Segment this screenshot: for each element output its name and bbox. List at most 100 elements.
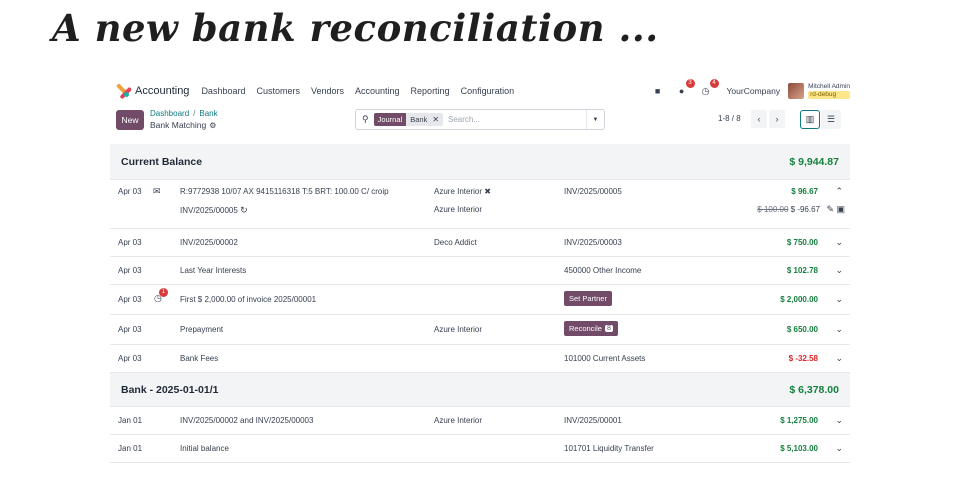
- row-partner: Deco Addict: [434, 238, 477, 247]
- matched-invoice: INV/2025/00005: [180, 206, 238, 215]
- row-amount: $ 750.00: [786, 238, 818, 247]
- group-title: Current Balance: [121, 155, 203, 168]
- menu-configuration[interactable]: Configuration: [461, 86, 515, 96]
- row-date: Apr 03: [118, 325, 142, 334]
- pager-next-button[interactable]: ›: [769, 110, 785, 128]
- pager-previous-button[interactable]: ‹: [751, 110, 767, 128]
- list-view-button[interactable]: ☰: [821, 110, 841, 129]
- debug-bug-icon[interactable]: ■: [651, 84, 665, 98]
- remove-partner-icon[interactable]: ✖: [484, 187, 491, 196]
- menu-customers[interactable]: Customers: [256, 86, 300, 96]
- menu-accounting[interactable]: Accounting: [355, 86, 400, 96]
- facet-journal-value: Bank ✕: [406, 113, 444, 126]
- row-date: Jan 01: [118, 416, 143, 425]
- menu-vendors[interactable]: Vendors: [311, 86, 344, 96]
- reconcile-label: Reconcile: [569, 324, 602, 333]
- search-icon[interactable]: ⚲: [362, 114, 369, 125]
- pencil-icon[interactable]: ✎: [826, 204, 834, 215]
- partner-name: Azure Interior: [434, 187, 483, 196]
- original-amount: $ 100.00: [757, 205, 789, 214]
- chevron-down-icon[interactable]: ⌄: [835, 443, 843, 454]
- group-title: Bank - 2025-01-01/1: [121, 383, 219, 396]
- group-amount: $ 9,944.87: [789, 155, 839, 168]
- row-partner: Azure Interior: [434, 325, 483, 334]
- group-amount: $ 6,378.00: [789, 383, 839, 396]
- row-date: Apr 03: [118, 354, 142, 363]
- chevron-down-icon[interactable]: ⌄: [835, 324, 843, 335]
- table-row[interactable]: Apr 03 INV/2025/00002 Deco Addict INV/20…: [110, 229, 850, 257]
- chevron-up-icon[interactable]: ⌃: [835, 186, 843, 197]
- group-header-current-balance[interactable]: Current Balance $ 9,944.87: [110, 144, 850, 180]
- pager-value[interactable]: 1-8 / 8: [718, 114, 741, 123]
- page-title-text: Bank Matching: [150, 120, 207, 130]
- row-amount: $ -32.58: [788, 354, 818, 363]
- row-amount: $ 1,275.00: [780, 416, 818, 425]
- reconcile-button[interactable]: Reconcile 8: [564, 321, 618, 336]
- row-matched-line: INV/2025/00005 ↻: [180, 205, 248, 216]
- refresh-icon[interactable]: ↻: [240, 205, 248, 215]
- group-header-bank-statement[interactable]: Bank - 2025-01-01/1 $ 6,378.00: [110, 373, 850, 407]
- row-date: Apr 03: [118, 295, 142, 304]
- chevron-down-icon[interactable]: ⌄: [835, 415, 843, 426]
- search-input[interactable]: Search...: [448, 115, 586, 124]
- row-date: Apr 03: [118, 238, 142, 247]
- activity-icon[interactable]: ◷ 1: [154, 288, 168, 304]
- set-partner-button[interactable]: Set Partner: [564, 291, 612, 306]
- odoo-logo-icon[interactable]: [115, 83, 133, 100]
- app-name[interactable]: Accounting: [135, 85, 189, 97]
- database-tag: rd-debug: [808, 91, 850, 99]
- reconcile-count: 8: [604, 325, 613, 332]
- row-document: INV/2025/00005: [564, 187, 622, 196]
- activity-badge: 4: [709, 79, 719, 88]
- breadcrumb: Dashboard / Bank: [150, 109, 218, 118]
- row-amount: $ 2,000.00: [780, 295, 818, 304]
- user-menu[interactable]: Mitchell Admin rd-debug: [808, 83, 850, 99]
- trash-icon[interactable]: ▣: [836, 204, 845, 215]
- new-button[interactable]: New: [116, 110, 144, 130]
- chat-icon[interactable]: ● 3: [675, 79, 695, 98]
- chatter-icon[interactable]: ✉: [153, 186, 161, 197]
- row-document: INV/2025/00003: [564, 238, 622, 247]
- page-title: Bank Matching ⚙: [150, 120, 216, 130]
- company-switcher[interactable]: YourCompany: [727, 86, 781, 96]
- breadcrumb-separator: /: [193, 109, 196, 118]
- table-row[interactable]: Jan 01 INV/2025/00002 and INV/2025/00003…: [110, 407, 850, 435]
- chevron-down-icon[interactable]: ⌄: [835, 294, 843, 305]
- menu-dashboard[interactable]: Dashboard: [201, 86, 245, 96]
- gear-icon[interactable]: ⚙: [209, 121, 216, 130]
- row-label: R:9772938 10/07 AX 9415116318 T:5 BRT: 1…: [180, 187, 389, 196]
- row-label: First $ 2,000.00 of invoice 2025/00001: [180, 295, 317, 304]
- accounting-app: Accounting Dashboard Customers Vendors A…: [110, 78, 850, 470]
- row-document: 450000 Other Income: [564, 266, 642, 275]
- chevron-down-icon[interactable]: ⌄: [835, 353, 843, 364]
- activity-count-badge: 1: [158, 288, 168, 297]
- row-amount: $ 650.00: [786, 325, 818, 334]
- activity-clock-icon[interactable]: ◷ 4: [699, 79, 719, 98]
- matched-partner: Azure Interior: [434, 205, 483, 214]
- table-row[interactable]: Apr 03 ◷ 1 First $ 2,000.00 of invoice 20…: [110, 285, 850, 315]
- table-row[interactable]: Apr 03 ✉ R:9772938 10/07 AX 9415116318 T…: [110, 180, 850, 229]
- table-row[interactable]: Jan 01 Initial balance 101701 Liquidity …: [110, 435, 850, 463]
- row-document: 101000 Current Assets: [564, 354, 646, 363]
- chevron-down-icon[interactable]: ⌄: [835, 237, 843, 248]
- row-amount: $ 96.67: [791, 187, 818, 196]
- table-row[interactable]: Apr 03 Prepayment Azure Interior Reconci…: [110, 315, 850, 345]
- row-amount: $ 102.78: [786, 266, 818, 275]
- avatar[interactable]: [788, 83, 805, 99]
- chevron-down-icon[interactable]: ⌄: [835, 265, 843, 276]
- menu-reporting[interactable]: Reporting: [411, 86, 450, 96]
- row-date: Apr 03: [118, 187, 142, 196]
- remove-facet-icon[interactable]: ✕: [432, 115, 439, 124]
- search-options-toggle-icon[interactable]: ▼: [586, 110, 604, 129]
- user-name: Mitchell Admin: [808, 83, 850, 90]
- row-partner: Azure Interior ✖: [434, 187, 491, 196]
- kanban-view-button[interactable]: ▥: [800, 110, 820, 129]
- facet-value-text: Bank: [410, 115, 428, 124]
- table-row[interactable]: Apr 03 Bank Fees 101000 Current Assets $…: [110, 345, 850, 373]
- row-document: INV/2025/00001: [564, 416, 622, 425]
- table-row[interactable]: Apr 03 Last Year Interests 450000 Other …: [110, 257, 850, 285]
- breadcrumb-bank[interactable]: Bank: [199, 109, 217, 118]
- row-partner: Azure Interior: [434, 416, 483, 425]
- row-label: INV/2025/00002 and INV/2025/00003: [180, 416, 314, 425]
- breadcrumb-dashboard[interactable]: Dashboard: [150, 109, 189, 118]
